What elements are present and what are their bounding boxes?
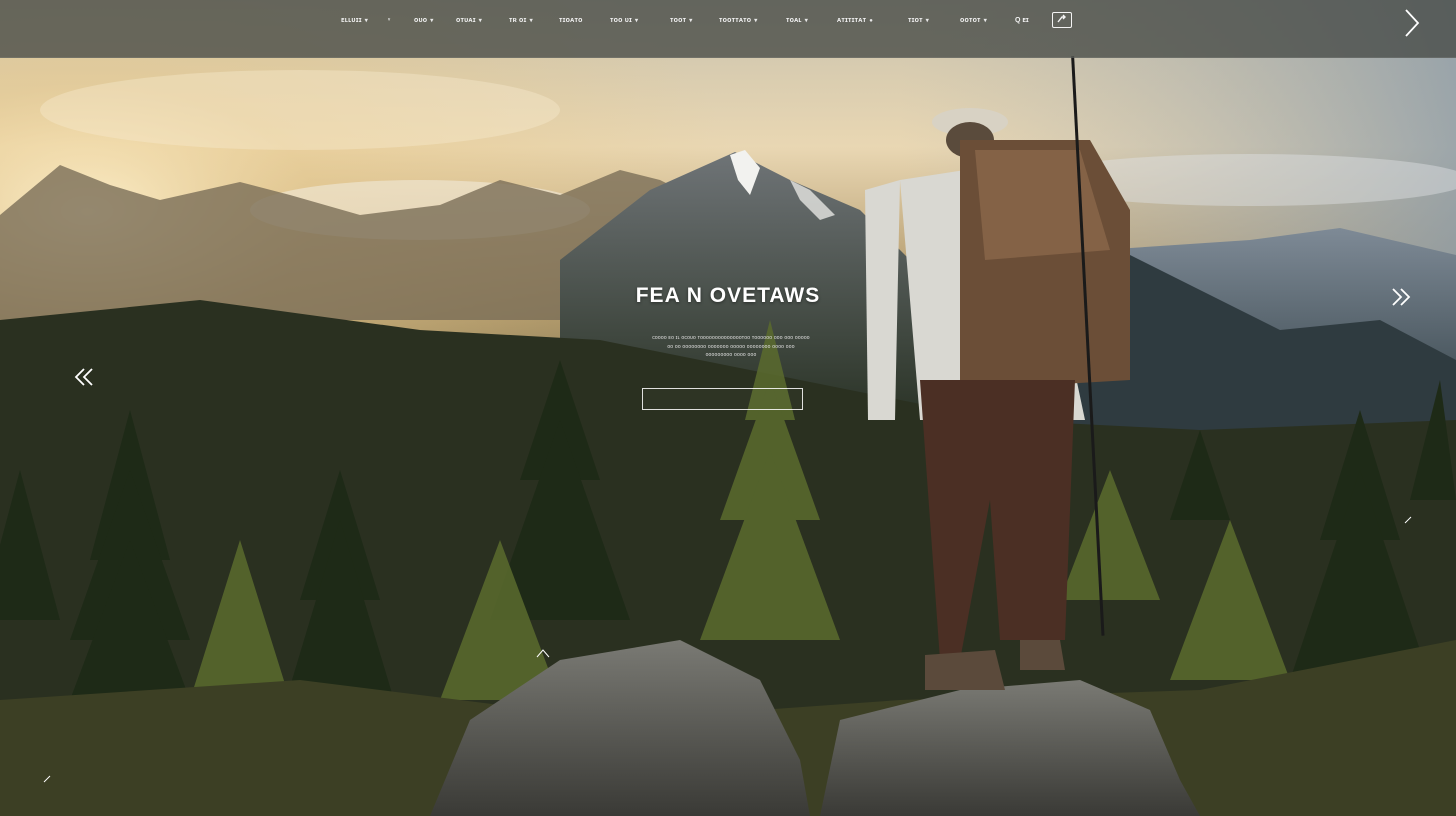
hero-title: FEA N OVETAWS xyxy=(635,284,821,307)
nav-item-2[interactable]: ᴏᴜᴏ ▾ xyxy=(414,12,433,30)
nav-item-label: ᴀᴛɪᴛɪᴛᴀᴛ xyxy=(837,17,867,24)
nav-dropdown-extra[interactable]: ᵛ xyxy=(385,12,390,30)
nav-item-label: ᴛᴏᴏ ᴜɪ xyxy=(610,17,633,24)
chevron-down-icon: ▾ xyxy=(635,18,639,24)
nav-item-label: ᴛɪᴏᴛ xyxy=(908,17,923,24)
chevron-down-icon: ▾ xyxy=(983,18,987,24)
nav-item-label: ᴏᴏᴛᴏᴛ xyxy=(960,17,981,24)
hero-subtitle-line: ᴏᴏ ᴏᴏ ᴏᴏᴏᴏᴏᴏᴏᴏ ᴏᴏᴏᴏᴏᴏᴏ ᴏᴏᴏᴏᴏ ᴏᴏᴏᴏᴏᴏᴏᴏ ᴏᴏ… xyxy=(667,343,795,350)
share-icon xyxy=(1057,14,1066,23)
chevron-down-icon: ▾ xyxy=(529,18,533,24)
chevron-down-icon: ᵛ xyxy=(388,18,391,24)
nav-item-9[interactable]: ᴛᴏᴀʟ ▾ xyxy=(786,12,808,30)
share-button[interactable] xyxy=(1052,12,1072,28)
nav-item-8[interactable]: ᴛᴏᴏᴛᴛᴀᴛᴏ ▾ xyxy=(719,12,757,30)
search-label: Q ᴇɪ xyxy=(1015,17,1029,24)
nav-item-5[interactable]: ᴛɪᴏᴀᴛᴏ xyxy=(559,12,586,30)
page: ᴇʟʟᴜɪɪ ▾ ᵛ ᴏᴜᴏ ▾ ᴏᴛᴜᴀɪ ▾ ᴛʀ ᴏɪ ▾ ᴛɪᴏᴀᴛᴏ ᴛᴏᴏ … xyxy=(0,0,1456,816)
chevron-down-icon: ▾ xyxy=(754,18,758,24)
double-chevron-right-icon[interactable] xyxy=(1387,286,1413,308)
nav-item-6[interactable]: ᴛᴏᴏ ᴜɪ ▾ xyxy=(610,12,638,30)
nav-item-7[interactable]: ᴛᴏᴏᴛ ▾ xyxy=(670,12,692,30)
chevron-down-icon: ▾ xyxy=(478,18,482,24)
nav-item-1[interactable]: ᴇʟʟᴜɪɪ ▾ xyxy=(341,12,368,30)
main-nav: ᴇʟʟᴜɪɪ ▾ ᵛ ᴏᴜᴏ ▾ ᴏᴛᴜᴀɪ ▾ ᴛʀ ᴏɪ ▾ ᴛɪᴏᴀᴛᴏ ᴛᴏᴏ … xyxy=(0,12,1456,30)
chevron-down-icon: ▾ xyxy=(364,18,369,24)
hero-subtitle-line: ᴏᴏᴏᴏᴏᴏᴏᴏᴏ ᴏᴏᴏᴏ ᴏᴏᴏ xyxy=(705,352,757,358)
nav-item-label: ᴏᴜᴏ xyxy=(414,17,428,24)
nav-item-label: ᴛᴏᴏᴛᴛᴀᴛᴏ xyxy=(719,17,752,24)
chevron-down-icon: ▾ xyxy=(430,18,434,24)
chevron-down-icon: ▾ xyxy=(804,18,809,24)
nav-item-label: ᴏᴛᴜᴀɪ xyxy=(456,17,476,24)
hero-subtitle-line: ᴄᴏᴏᴏᴏ ᴇᴏ ɪʟ ᴏᴄᴏᴜᴏ ᴛᴏᴏᴏᴏᴏᴏᴏᴏᴏᴏᴏᴏᴏᴏᴛᴏᴏ ᴛᴏᴏ… xyxy=(652,335,810,341)
hero-subtitle: ᴄᴏᴏᴏᴏ ᴇᴏ ɪʟ ᴏᴄᴏᴜᴏ ᴛᴏᴏᴏᴏᴏᴏᴏᴏᴏᴏᴏᴏᴏᴏᴛᴏᴏ ᴛᴏᴏ… xyxy=(606,334,856,360)
dot-icon: ● xyxy=(869,18,874,24)
chevron-down-icon: ▾ xyxy=(925,18,929,24)
top-navigation-bar: ᴇʟʟᴜɪɪ ▾ ᵛ ᴏᴜᴏ ▾ ᴏᴛᴜᴀɪ ▾ ᴛʀ ᴏɪ ▾ ᴛɪᴏᴀᴛᴏ ᴛᴏᴏ … xyxy=(0,0,1456,58)
hero-cta-button[interactable] xyxy=(642,388,803,410)
nav-item-label: ᴇʟʟᴜɪɪ xyxy=(341,17,362,24)
nav-item-label: ᴛʀ ᴏɪ xyxy=(509,17,527,24)
double-chevron-left-icon[interactable] xyxy=(72,366,98,388)
nav-item-3[interactable]: ᴏᴛᴜᴀɪ ▾ xyxy=(456,12,482,30)
nav-item-11[interactable]: ᴛɪᴏᴛ ▾ xyxy=(908,12,929,30)
chevron-right-icon[interactable] xyxy=(1398,6,1424,40)
nav-item-label: ᴛᴏᴀʟ xyxy=(786,17,802,24)
nav-item-label: ᴛᴏᴏᴛ xyxy=(670,17,687,24)
search-link[interactable]: Q ᴇɪ xyxy=(1015,12,1029,30)
nav-item-10[interactable]: ᴀᴛɪᴛɪᴛᴀᴛ ● xyxy=(837,12,873,30)
nav-item-12[interactable]: ᴏᴏᴛᴏᴛ ▾ xyxy=(960,12,987,30)
nav-item-label: ᴛɪᴏᴀᴛᴏ xyxy=(559,17,583,24)
nav-item-4[interactable]: ᴛʀ ᴏɪ ▾ xyxy=(509,12,533,30)
chevron-down-icon: ▾ xyxy=(689,18,693,24)
